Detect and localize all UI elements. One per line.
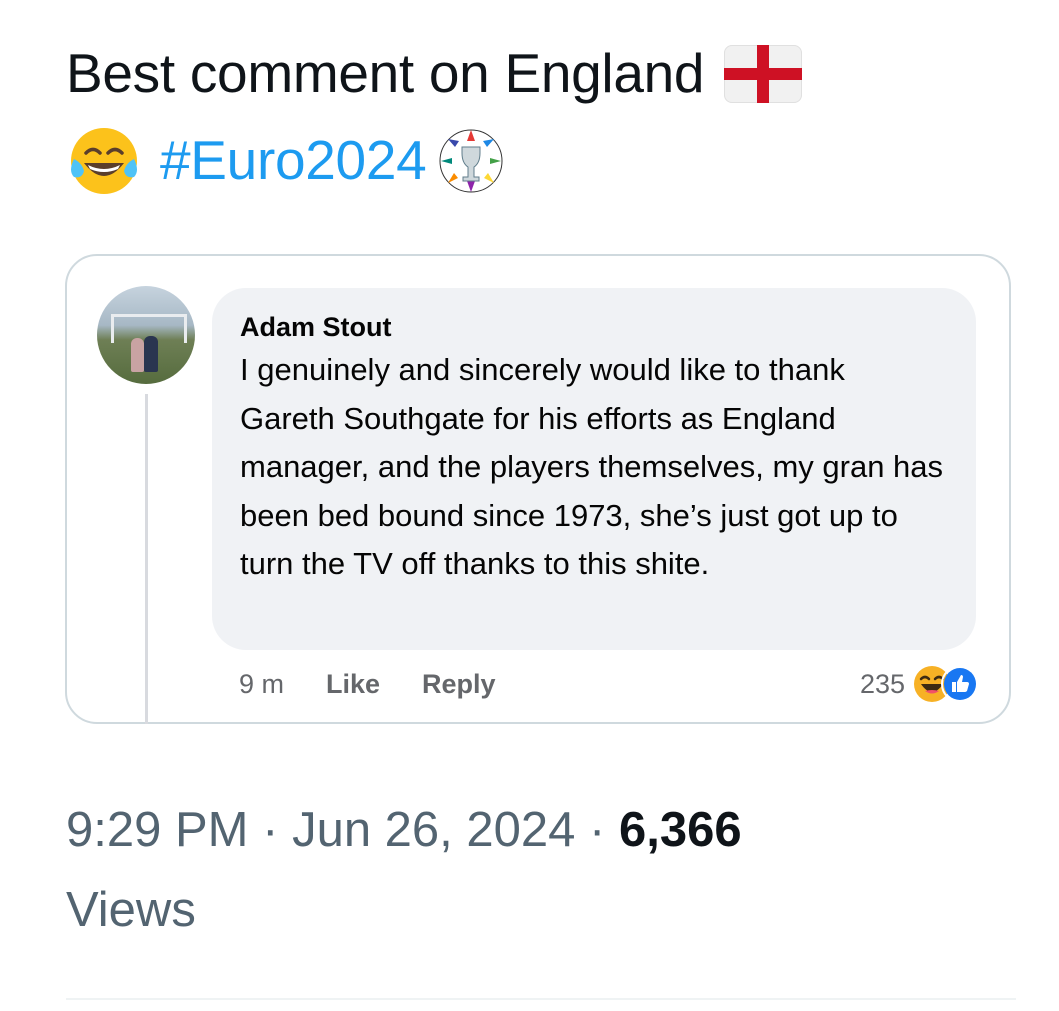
- views-label: Views: [66, 883, 196, 937]
- reactions-summary[interactable]: 235: [860, 665, 979, 703]
- meta-separator: ·: [589, 803, 606, 857]
- comment-body: I genuinely and sincerely would like to …: [240, 352, 944, 581]
- meta-separator: ·: [262, 803, 279, 857]
- reply-button[interactable]: Reply: [422, 669, 496, 700]
- comment-bubble: Adam Stout I genuinely and sincerely wou…: [212, 288, 976, 650]
- views-count: 6,366: [619, 803, 742, 857]
- tweet-line-2: #Euro2024: [66, 117, 1006, 204]
- divider: [66, 998, 1016, 1000]
- euro-trophy-icon: [439, 129, 503, 192]
- reaction-count: 235: [859, 668, 905, 699]
- tweet-meta: 9:29 PM · Jun 26, 2024 · 6,366 Views: [66, 790, 966, 950]
- embedded-comment-card[interactable]: Adam Stout I genuinely and sincerely wou…: [65, 254, 1011, 724]
- like-icon: [941, 665, 979, 703]
- avatar-person-shape: [131, 338, 144, 372]
- avatar[interactable]: [97, 286, 195, 384]
- tweet-line-1: Best comment on England: [66, 30, 1006, 117]
- avatar-person-shape: [144, 336, 158, 372]
- hashtag-link[interactable]: #Euro2024: [160, 117, 427, 204]
- comment-time[interactable]: 9 m: [239, 669, 284, 700]
- england-flag-icon: [724, 44, 803, 103]
- like-button[interactable]: Like: [326, 669, 380, 700]
- thread-line: [145, 394, 148, 724]
- tweet-date[interactable]: Jun 26, 2024: [292, 803, 575, 857]
- comment-author[interactable]: Adam Stout: [240, 310, 948, 344]
- tweet-text: Best comment on England #Euro2024: [66, 30, 1006, 204]
- tweet-body-text: Best comment on England: [66, 42, 705, 104]
- tears-of-joy-icon: [71, 127, 137, 194]
- tweet-time[interactable]: 9:29 PM: [66, 803, 248, 857]
- comment-actions: 9 m Like Reply 235: [239, 664, 979, 704]
